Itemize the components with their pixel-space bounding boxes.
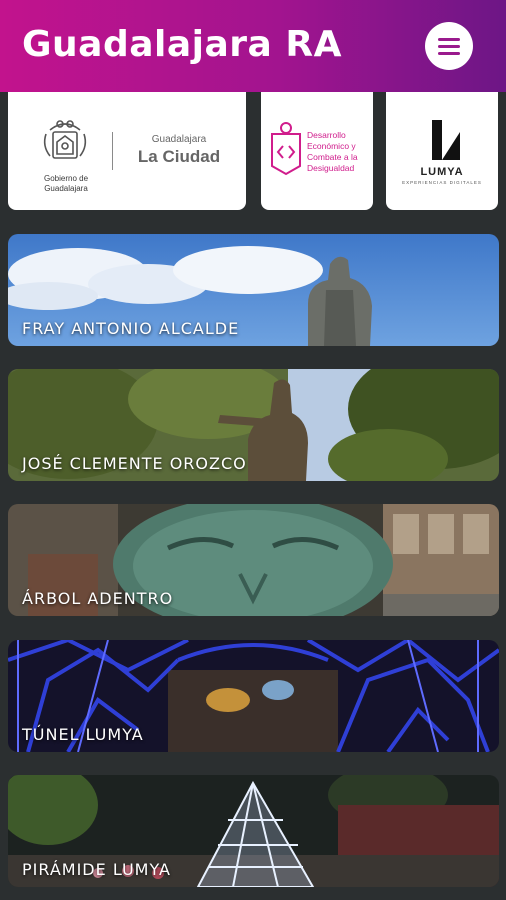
gobierno-small-text: Gobierno de Guadalajara: [43, 174, 89, 193]
app-header: Guadalajara RA: [0, 0, 506, 92]
gobierno-guadalajara-logo: Gobierno de Guadalajara Guadalajara La C…: [8, 92, 246, 210]
lumya-logo: LUMYA EXPERIENCIAS DIGITALES: [386, 92, 498, 210]
place-card-jose-clemente-orozco[interactable]: JOSÉ CLEMENTE OROZCO: [8, 369, 499, 481]
lumya-tagline: EXPERIENCIAS DIGITALES: [402, 180, 482, 185]
city-top-text: Guadalajara: [151, 134, 207, 145]
place-label: TÚNEL LUMYA: [22, 725, 144, 744]
lumya-name: LUMYA: [420, 166, 464, 178]
lumya-mark-icon: [432, 120, 460, 160]
place-card-arbol-adentro[interactable]: ÁRBOL ADENTRO: [8, 504, 499, 616]
desarrollo-text: Desarrollo Económico y Combate a la Desi…: [307, 130, 358, 173]
place-label: JOSÉ CLEMENTE OROZCO: [22, 454, 247, 473]
sponsor-logos: Gobierno de Guadalajara Guadalajara La C…: [0, 92, 506, 222]
place-card-piramide-lumya[interactable]: PIRÁMIDE LUMYA: [8, 775, 499, 887]
guadalajara-coat-of-arms-icon: [43, 120, 87, 159]
place-label: PIRÁMIDE LUMYA: [22, 860, 171, 879]
desarrollo-shield-icon: [271, 122, 301, 176]
desarrollo-economico-logo: Desarrollo Económico y Combate a la Desi…: [261, 92, 373, 210]
logo-divider: [112, 132, 113, 170]
place-label: ÁRBOL ADENTRO: [22, 589, 174, 608]
place-card-fray-antonio-alcalde[interactable]: FRAY ANTONIO ALCALDE: [8, 234, 499, 346]
app-title: Guadalajara RA: [22, 24, 342, 65]
place-label: FRAY ANTONIO ALCALDE: [22, 319, 240, 338]
place-card-tunel-lumya[interactable]: TÚNEL LUMYA: [8, 640, 499, 752]
menu-button[interactable]: [425, 22, 473, 70]
city-name-text: La Ciudad: [137, 147, 221, 166]
